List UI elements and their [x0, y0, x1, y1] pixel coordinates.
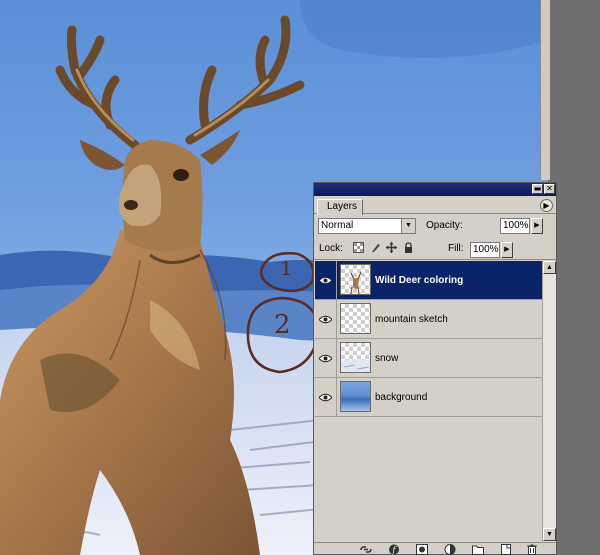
lock-paint-icon[interactable] [370, 242, 381, 253]
panel-titlebar[interactable]: ▬ ✕ [314, 183, 556, 196]
blend-row: Normal ▼ Opacity: 100% ▶ [314, 214, 556, 236]
new-layer-icon[interactable] [500, 544, 512, 555]
link-icon[interactable] [360, 544, 372, 555]
lock-label: Lock: [319, 243, 343, 254]
workspace-background [550, 0, 600, 555]
tab-layers[interactable]: Layers [317, 199, 363, 215]
lock-move-icon[interactable] [386, 242, 397, 253]
scroll-down-button[interactable]: ▼ [543, 528, 556, 541]
visibility-toggle[interactable] [315, 300, 337, 339]
layer-name: Wild Deer coloring [375, 275, 464, 286]
scroll-up-button[interactable]: ▲ [543, 261, 556, 274]
opacity-label: Opacity: [426, 220, 463, 231]
lock-all-icon[interactable] [403, 242, 414, 253]
mask-icon[interactable] [416, 544, 428, 555]
layer-style-icon[interactable]: f [388, 544, 400, 555]
blend-mode-select[interactable]: Normal ▼ [318, 218, 416, 234]
minimize-button[interactable]: ▬ [532, 184, 543, 194]
layer-thumbnail [340, 381, 371, 412]
annotation-1: 1 [280, 256, 293, 280]
layer-row-snow[interactable]: snow [315, 339, 542, 378]
tab-row: Layers ▶ [314, 196, 556, 215]
layer-thumbnail [340, 303, 371, 334]
layer-name: background [375, 392, 428, 403]
eye-icon [319, 393, 332, 402]
chevron-down-icon[interactable]: ▼ [401, 219, 415, 233]
layer-row-background[interactable]: background [315, 378, 542, 417]
close-button[interactable]: ✕ [544, 184, 555, 194]
lock-row: Lock: Fill: 100% ▶ [314, 236, 556, 260]
trash-icon[interactable] [526, 544, 538, 555]
fill-label: Fill: [448, 243, 464, 254]
blend-mode-value: Normal [321, 220, 354, 231]
annotation-2: 2 [274, 310, 291, 340]
opacity-input[interactable]: 100% [500, 218, 530, 234]
layer-list: Wild Deer coloring mountain sketch snow … [315, 261, 542, 537]
layer-list-scrollbar[interactable]: ▲ ▼ [542, 261, 556, 543]
fill-slider-button[interactable]: ▶ [501, 242, 513, 258]
fill-input[interactable]: 100% [470, 242, 500, 258]
layers-toolbar: f [314, 542, 556, 555]
opacity-slider-button[interactable]: ▶ [531, 218, 543, 234]
layer-thumbnail [340, 342, 371, 373]
visibility-toggle[interactable] [315, 378, 337, 417]
lock-transparency-icon[interactable] [353, 242, 364, 253]
eye-icon [319, 315, 332, 324]
layers-panel: ▬ ✕ Layers ▶ Normal ▼ Opacity: 100% ▶ Lo… [313, 182, 557, 555]
eye-icon [319, 276, 332, 285]
layer-row-mountain-sketch[interactable]: mountain sketch [315, 300, 542, 339]
layer-name: snow [375, 353, 399, 364]
panel-menu-button[interactable]: ▶ [540, 199, 553, 212]
folder-icon[interactable] [472, 544, 484, 555]
layer-name: mountain sketch [375, 314, 448, 325]
layer-thumbnail [340, 264, 371, 295]
canvas-scrollbar[interactable] [540, 0, 550, 180]
visibility-toggle[interactable] [315, 339, 337, 378]
layer-row-wild-deer-coloring[interactable]: Wild Deer coloring [315, 261, 542, 300]
adjustment-icon[interactable] [444, 544, 456, 555]
visibility-toggle[interactable] [315, 261, 337, 300]
eye-icon [319, 354, 332, 363]
